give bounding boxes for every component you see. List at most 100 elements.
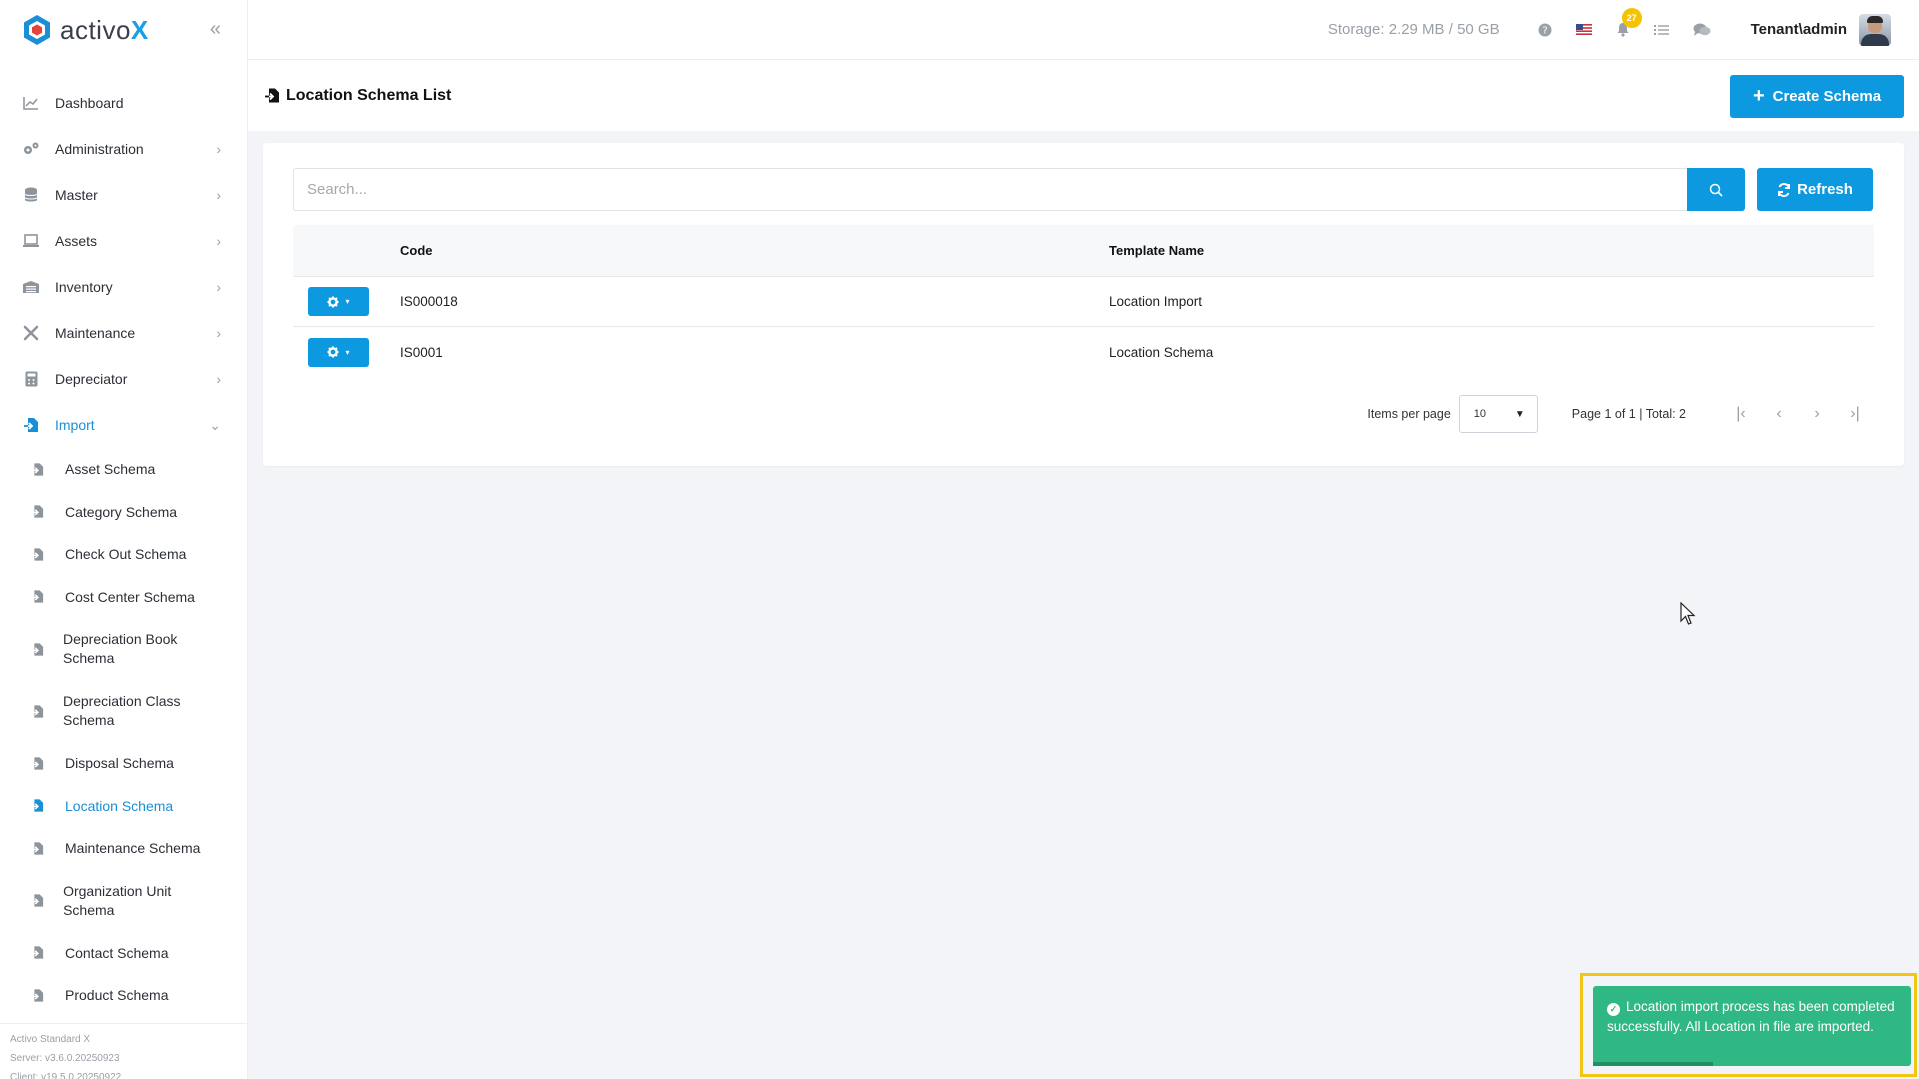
chevron-right-icon: › <box>216 187 221 203</box>
file-import-icon <box>30 504 46 519</box>
success-toast[interactable]: ✓ Location import process has been comple… <box>1593 986 1911 1066</box>
table-row[interactable]: ▾ IS000018 Location Import <box>293 277 1874 327</box>
search-button[interactable] <box>1687 168 1745 211</box>
sidebar-nav: Dashboard Administration › Master › Asse… <box>0 60 247 1017</box>
notification-badge: 27 <box>1621 8 1642 28</box>
sidebar-item-master[interactable]: Master › <box>0 172 247 218</box>
submenu-item-depreciation-class-schema[interactable]: Depreciation Class Schema <box>30 680 247 742</box>
sidebar-item-depreciator[interactable]: Depreciator › <box>0 356 247 402</box>
database-icon <box>22 186 40 204</box>
row-actions-cell: ▾ <box>293 337 400 367</box>
chevron-right-icon: › <box>216 325 221 341</box>
calculator-icon <box>22 370 40 388</box>
version-info: Activo Standard X Server: v3.6.0.2025092… <box>0 1023 248 1079</box>
file-import-icon <box>30 589 46 604</box>
submenu-label: Category Schema <box>65 503 178 520</box>
page-title: Location Schema List <box>264 87 451 105</box>
table-header: Code Template Name <box>293 225 1874 277</box>
help-icon[interactable]: ? <box>1538 23 1552 37</box>
chevron-down-icon: ⌄ <box>209 416 221 433</box>
submenu-item-disposal-schema[interactable]: Disposal Schema <box>30 742 247 785</box>
row-actions-button[interactable]: ▾ <box>308 287 369 316</box>
template-name-cell: Location Schema <box>1109 344 1214 360</box>
toast-highlight-frame: ✓ Location import process has been comple… <box>1580 973 1917 1077</box>
check-circle-icon: ✓ <box>1607 1002 1620 1016</box>
sidebar-item-dashboard[interactable]: Dashboard <box>0 80 247 126</box>
submenu-item-organization-unit-schema[interactable]: Organization Unit Schema <box>30 870 247 932</box>
logo[interactable]: activoX « <box>0 0 247 60</box>
sidebar-item-assets[interactable]: Assets › <box>0 218 247 264</box>
sidebar-item-inventory[interactable]: Inventory › <box>0 264 247 310</box>
sidebar-item-label: Import <box>55 417 95 433</box>
gear-icon <box>327 346 339 358</box>
tools-icon <box>22 324 40 342</box>
items-per-page-select[interactable]: 10 ▼ <box>1458 395 1538 433</box>
create-schema-button[interactable]: + Create Schema <box>1730 75 1904 118</box>
sidebar-item-label: Inventory <box>55 279 113 295</box>
sidebar-item-label: Administration <box>55 141 144 157</box>
file-import-icon <box>264 87 280 104</box>
chevron-right-icon: › <box>216 233 221 249</box>
file-import-icon <box>30 704 44 719</box>
file-import-icon <box>30 798 46 813</box>
submenu-item-product-schema[interactable]: Product Schema <box>30 974 247 1017</box>
submenu-label: Depreciation Class Schema <box>63 693 181 728</box>
user-name[interactable]: Tenant\admin <box>1751 21 1847 38</box>
code-header[interactable]: Code <box>400 243 1109 258</box>
laptop-icon <box>22 232 40 250</box>
row-actions-button[interactable]: ▾ <box>308 337 369 367</box>
items-per-page-value: 10 <box>1473 408 1487 420</box>
svg-text:?: ? <box>1542 25 1547 36</box>
search-input[interactable] <box>293 168 1687 211</box>
collapse-sidebar-icon[interactable]: « <box>210 18 221 41</box>
toast-message: Location import process has been complet… <box>1607 999 1895 1034</box>
search-bar: Refresh <box>293 168 1874 211</box>
template-name-header[interactable]: Template Name <box>1109 243 1874 258</box>
submenu-item-check-out-schema[interactable]: Check Out Schema <box>30 533 247 576</box>
next-page-icon[interactable]: › <box>1798 405 1836 423</box>
storage-usage: Storage: 2.29 MB / 50 GB <box>1327 21 1500 38</box>
sidebar-item-label: Depreciator <box>55 371 128 387</box>
submenu-item-location-schema[interactable]: Location Schema <box>30 785 247 828</box>
refresh-label: Refresh <box>1797 181 1853 198</box>
first-page-icon[interactable]: |‹ <box>1722 405 1760 423</box>
submenu-item-category-schema[interactable]: Category Schema <box>30 491 247 534</box>
chevron-right-icon: › <box>216 371 221 387</box>
table-row[interactable]: ▾ IS0001 Location Schema <box>293 327 1874 377</box>
page-header: Location Schema List + Create Schema <box>248 60 1919 131</box>
file-import-icon <box>30 841 46 856</box>
sidebar-item-maintenance[interactable]: Maintenance › <box>0 310 247 356</box>
client-version: Client: v19.5.0.20250922 <box>10 1072 122 1079</box>
sidebar-item-import[interactable]: Import ⌄ <box>0 402 247 448</box>
language-flag-icon[interactable] <box>1575 24 1592 35</box>
previous-page-icon[interactable]: ‹ <box>1760 405 1798 423</box>
pagination: Items per page 10 ▼ Page 1 of 1 | Total:… <box>1367 395 1874 433</box>
submenu-item-cost-center-schema[interactable]: Cost Center Schema <box>30 576 247 619</box>
schema-table: Code Template Name ▾ IS000018 Location I… <box>293 225 1874 377</box>
sidebar-item-label: Master <box>55 187 98 203</box>
file-import-icon <box>30 462 46 477</box>
submenu-item-contact-schema[interactable]: Contact Schema <box>30 932 247 975</box>
submenu-label: Depreciation Book Schema <box>63 631 178 666</box>
gear-icon <box>327 296 339 307</box>
caret-down-icon: ▾ <box>345 297 350 306</box>
sidebar-item-label: Maintenance <box>55 325 136 341</box>
toast-progress-bar <box>1593 1062 1713 1066</box>
mouse-cursor-icon <box>1680 602 1696 625</box>
chat-icon[interactable] <box>1693 23 1711 37</box>
code-cell: IS0001 <box>400 344 443 360</box>
avatar[interactable] <box>1859 13 1891 46</box>
caret-down-icon: ▼ <box>1514 408 1525 420</box>
submenu-label: Organization Unit Schema <box>63 882 172 918</box>
submenu-item-maintenance-schema[interactable]: Maintenance Schema <box>30 827 247 870</box>
last-page-icon[interactable]: ›| <box>1836 405 1874 423</box>
task-list-icon[interactable] <box>1653 24 1669 36</box>
refresh-button[interactable]: Refresh <box>1757 168 1873 211</box>
submenu-item-asset-schema[interactable]: Asset Schema <box>30 448 247 491</box>
notification-bell-icon[interactable]: 27 <box>1616 8 1642 37</box>
submenu-item-depreciation-book-schema[interactable]: Depreciation Book Schema <box>30 618 247 680</box>
submenu-label: Product Schema <box>65 987 169 1004</box>
edition-text: Activo Standard X <box>10 1034 91 1045</box>
sidebar-item-administration[interactable]: Administration › <box>0 126 247 172</box>
chart-icon <box>22 94 40 112</box>
